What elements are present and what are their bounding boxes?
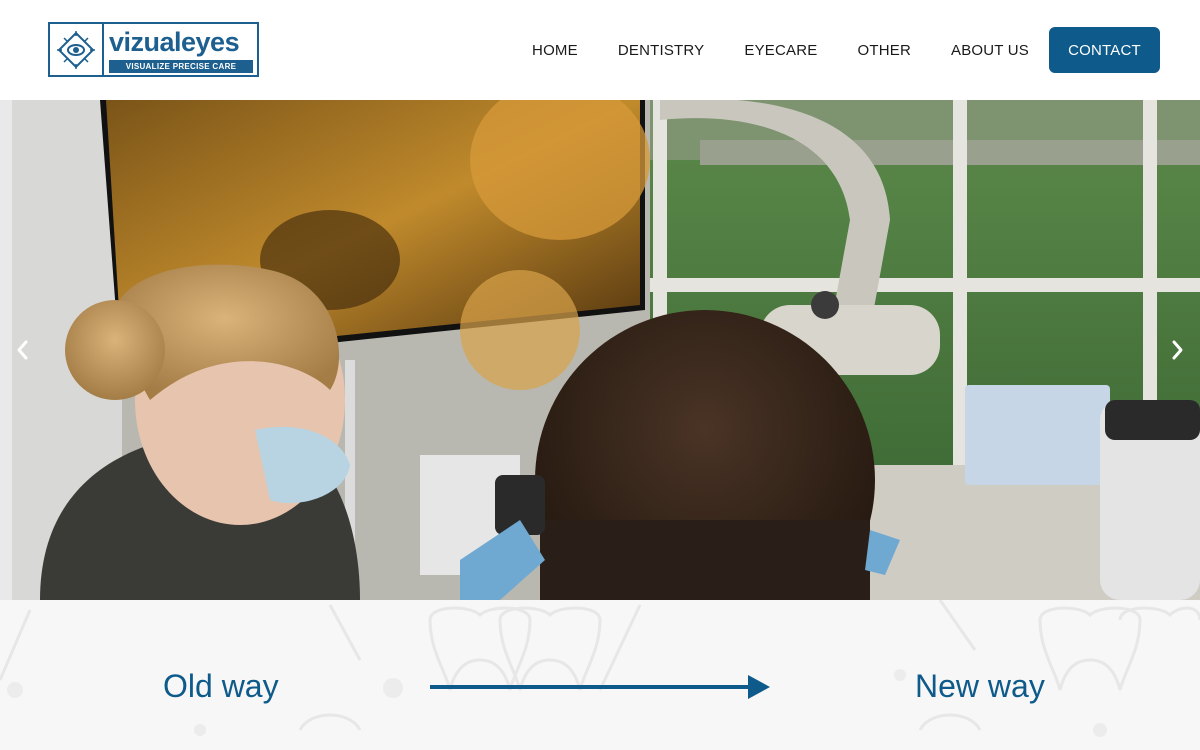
chevron-left-icon [17,340,28,360]
nav-about-us[interactable]: ABOUT US [951,42,1029,59]
site-header: vizualeyes VISUALIZE PRECISE CARE HOME D… [0,0,1200,100]
dental-clinic-photo [0,100,1200,600]
contact-button[interactable]: CONTACT [1049,27,1160,73]
nav-home[interactable]: HOME [532,42,578,59]
nav-other[interactable]: OTHER [857,42,911,59]
carousel-next-button[interactable] [1166,334,1190,366]
comparison-section: Old way New way [0,600,1200,750]
old-way-label: Old way [163,668,279,704]
new-way-label: New way [915,668,1045,704]
carousel-prev-button[interactable] [10,334,34,366]
nav-dentistry[interactable]: DENTISTRY [618,42,705,59]
chevron-right-icon [1172,340,1183,360]
hero-carousel [0,100,1200,600]
brand-name: vizualeyes [109,27,240,57]
brand-logo[interactable]: vizualeyes VISUALIZE PRECISE CARE [48,22,259,77]
nav-eyecare[interactable]: EYECARE [744,42,817,59]
main-nav: HOME DENTISTRY EYECARE OTHER ABOUT US CO… [492,27,1160,73]
brand-tagline: VISUALIZE PRECISE CARE [109,60,253,73]
arrow-right-icon [430,675,770,699]
eye-chip-logo-icon [50,24,104,75]
